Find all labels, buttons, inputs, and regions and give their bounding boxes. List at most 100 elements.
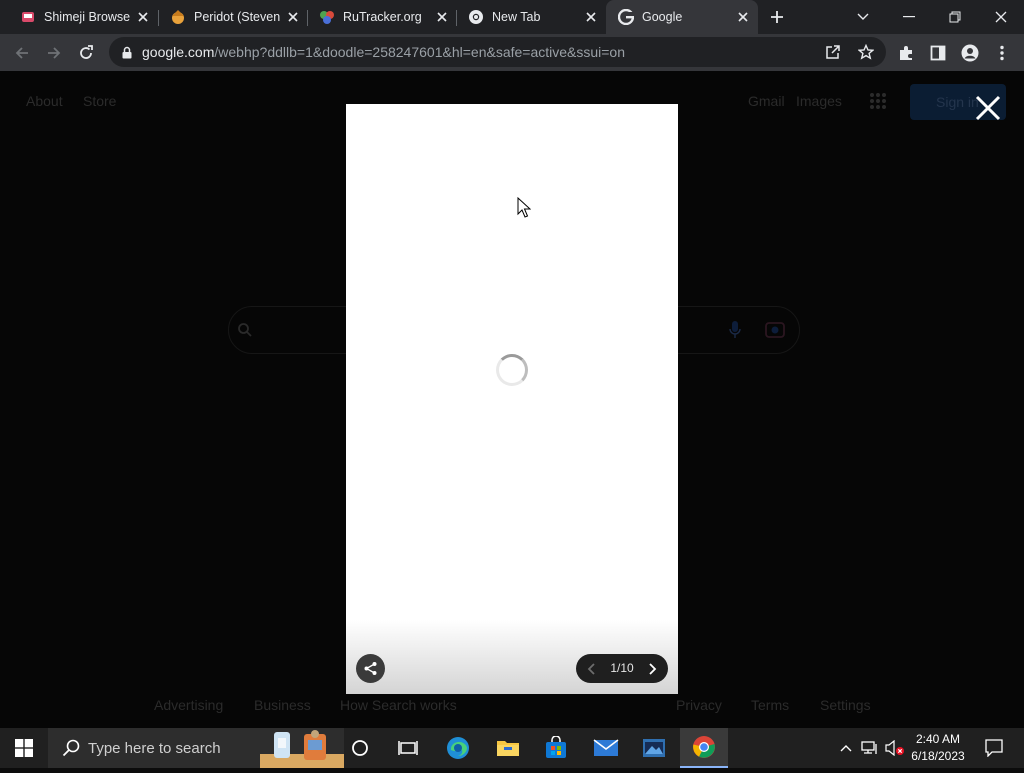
taskbar-search-placeholder: Type here to search [88,740,221,757]
chrome-menu-button[interactable] [990,41,1014,65]
tab-new-tab[interactable]: New Tab [448,0,606,34]
taskbar-search-box[interactable]: Type here to search [48,728,344,768]
mail-taskbar-button[interactable] [582,728,630,768]
new-tab-button[interactable] [759,4,795,30]
shimeji-favicon [20,9,36,25]
chevron-right-icon [649,663,657,675]
windows-taskbar: Type here to search 2:40 AM 6/18/2023 [0,728,1024,768]
volume-muted-icon [885,740,904,756]
tab-google[interactable]: Google [606,0,758,34]
profile-icon [961,44,979,62]
advertising-link[interactable]: Advertising [154,697,223,713]
minimize-button[interactable] [891,4,927,30]
previous-page-button[interactable] [584,661,600,677]
tab-title: Peridot (Steven [194,10,280,24]
bookmark-star-icon[interactable] [856,42,876,62]
volume-button[interactable] [882,728,908,768]
share-page-icon[interactable] [823,42,843,62]
terms-link[interactable]: Terms [751,697,789,713]
reload-icon [80,45,93,59]
close-tab-icon[interactable] [136,10,150,24]
next-page-button[interactable] [644,661,660,677]
puzzle-icon [900,46,912,60]
cortana-button[interactable] [336,728,384,768]
side-panel-icon [930,45,946,61]
tab-rutracker[interactable]: RuTracker.org [299,0,457,34]
lens-camera-icon[interactable] [765,321,785,339]
page-counter: 1/10 [610,661,634,675]
search-icon [62,739,80,757]
images-link[interactable]: Images [796,93,842,109]
address-bar[interactable]: google.com/webhp?ddllb=1&doodle=25824760… [109,37,886,67]
notifications-button[interactable] [970,728,1018,768]
back-arrow-icon [15,47,28,59]
lock-icon[interactable] [117,42,137,62]
chevron-left-icon [587,663,595,675]
close-viewer-button[interactable] [972,92,1004,124]
peridot-favicon [170,9,186,25]
store-taskbar-button[interactable] [532,728,580,768]
show-hidden-icons-button[interactable] [834,728,858,768]
restore-button[interactable] [937,4,973,30]
clock-time: 2:40 AM [915,732,961,746]
apps-grid-icon[interactable] [869,92,887,110]
file-explorer-taskbar-button[interactable] [484,728,532,768]
notification-center-icon [985,739,1003,757]
settings-link[interactable]: Settings [820,697,871,713]
store-link[interactable]: Store [83,93,116,109]
gmail-link[interactable]: Gmail [748,93,785,109]
tab-search-button[interactable] [845,4,881,30]
doodle-story-viewer[interactable]: 1/10 [346,104,678,694]
task-view-button[interactable] [384,728,432,768]
restore-icon [949,11,961,23]
mouse-pointer-icon [517,196,532,219]
tab-title: Google [642,10,683,24]
forward-button[interactable] [42,41,66,65]
google-favicon [618,9,634,25]
business-link[interactable]: Business [254,697,311,713]
tab-title: Shimeji Browser [44,10,130,24]
start-button[interactable] [0,728,48,768]
video-editor-icon [643,739,665,757]
reload-button[interactable] [74,41,98,65]
how-search-works-link[interactable]: How Search works [340,697,457,713]
plus-icon [771,11,783,23]
extensions-button[interactable] [894,41,918,65]
chrome-favicon [468,9,484,25]
chevron-up-icon [840,745,852,752]
tab-peridot[interactable]: Peridot (Steven [150,0,308,34]
chrome-taskbar-button[interactable] [680,728,728,768]
close-tab-icon[interactable] [435,10,449,24]
search-icon [237,322,253,338]
side-panel-button[interactable] [926,41,950,65]
search-highlight-image [260,728,344,768]
url-host: google.com [142,44,215,60]
share-button[interactable] [356,654,385,683]
video-editor-taskbar-button[interactable] [630,728,678,768]
network-icon [861,741,877,754]
edge-taskbar-button[interactable] [434,728,482,768]
share-icon [364,662,377,675]
task-view-icon [398,741,418,755]
privacy-link[interactable]: Privacy [676,697,722,713]
page-pager: 1/10 [576,654,668,683]
back-button[interactable] [10,41,34,65]
close-tab-icon[interactable] [584,10,598,24]
microphone-icon[interactable] [729,320,741,340]
minimize-icon [903,16,915,18]
profile-button[interactable] [958,41,982,65]
network-button[interactable] [858,728,882,768]
about-link[interactable]: About [26,93,63,109]
close-tab-icon[interactable] [286,10,300,24]
tab-shimeji[interactable]: Shimeji Browser [0,0,158,34]
close-window-button[interactable] [983,4,1019,30]
chevron-down-icon [857,13,869,20]
chrome-icon [693,736,715,758]
clock-date: 6/18/2023 [911,749,965,763]
kebab-menu-icon [1000,45,1004,61]
taskbar-clock[interactable]: 2:40 AM 6/18/2023 [908,731,968,765]
close-icon [975,95,1001,121]
url-path: /webhp?ddllb=1&doodle=258247601&hl=en&sa… [214,44,626,60]
close-tab-icon[interactable] [736,10,750,24]
url-text[interactable]: google.com/webhp?ddllb=1&doodle=25824760… [142,44,625,60]
